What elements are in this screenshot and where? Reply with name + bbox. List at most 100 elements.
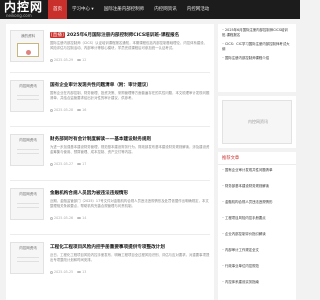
nav-item-events[interactable]: 内控网活动 xyxy=(182,0,215,19)
thumbnail-rule xyxy=(17,257,39,258)
list-item[interactable]: 内控网资讯 金融机构合规人员因为被违法违规情形 近期，金融监管部门（2025）1… xyxy=(6,184,214,228)
article-date: 2025-05-25 xyxy=(50,270,73,274)
thumbnail-label: 内控网资讯 xyxy=(19,84,37,88)
article-title[interactable]: [直播] 2025年6月国际注册内部控制师CICS培训班-课程报名 xyxy=(50,32,210,38)
article-title[interactable]: 工程化工程项目风险内控手册重要事项提供专项整改计划 xyxy=(50,244,210,250)
thumbnail-rule xyxy=(17,149,39,150)
divider xyxy=(10,180,210,181)
clock-icon xyxy=(50,216,53,220)
article-date-text: 2025-05-26 xyxy=(54,216,74,220)
clock-icon xyxy=(50,270,53,274)
nav-item-learning[interactable]: 学习中心 ▾ xyxy=(67,0,99,19)
list-item[interactable]: 内控网资讯 财务部同时有会计制度解读——基本建设财务规则 为进一步加强基本建设财… xyxy=(6,130,214,174)
sidebar-link[interactable]: 企业内部控制评价指引解读 xyxy=(222,232,292,237)
live-badge: [直播] xyxy=(50,32,65,38)
article-date: 2025-05-28 xyxy=(50,108,73,112)
sidebar-link[interactable]: 国有企业审计发现共性问题清单 xyxy=(222,168,292,173)
article-views: 16 xyxy=(77,108,86,112)
list-item[interactable]: 内控网资讯 国有企业审计发现共性问题清单（附：审计建议） 国有企业在内部控制、财… xyxy=(6,76,214,120)
article-views-text: 16 xyxy=(82,108,87,112)
sidebar-link[interactable]: 财务部基本建设财务规则解读 xyxy=(222,184,292,189)
clock-icon xyxy=(50,58,53,62)
site-domain: neikong.com xyxy=(6,13,32,18)
recommend-title: 推荐文章 xyxy=(218,152,296,165)
clock-icon xyxy=(50,162,53,166)
article-title-text[interactable]: 2025年6月国际注册内部控制师CICS培训班-课程报名 xyxy=(67,33,179,38)
nav-item-cics[interactable]: 国际注册内部控制师 xyxy=(99,0,150,19)
latest-box: 2025年6月国际注册内部控制师CICS培训班-课程报名 CICS：CIC学习国… xyxy=(218,24,296,92)
divider xyxy=(10,234,210,235)
article-date-text: 2025-05-25 xyxy=(54,270,74,274)
eye-icon xyxy=(77,162,82,166)
ad-image[interactable]: 内控网资讯 xyxy=(222,100,292,144)
article-meta: 2025-05-28 16 xyxy=(50,108,86,112)
site-logo[interactable]: 内控网 xyxy=(4,1,43,13)
thumbnail-label: 我的资料 xyxy=(21,34,35,38)
article-title[interactable]: 国有企业审计发现共性问题清单（附：审计建议） xyxy=(50,82,210,88)
article-meta: 2025-05-29 12 xyxy=(50,58,86,62)
article-title[interactable]: 财务部同时有会计制度解读——基本建设财务规则 xyxy=(50,136,210,142)
article-views: 12 xyxy=(77,58,86,62)
article-views-text: 17 xyxy=(82,162,87,166)
thumbnail-rule xyxy=(17,207,39,208)
divider xyxy=(10,126,210,127)
article-summary: 国际注册内部控制师（CICS）认证培训课程报名通知，本期课程包括内部控制基础理论… xyxy=(50,41,208,50)
article-meta: 2025-05-27 17 xyxy=(50,162,86,166)
nav-item-home[interactable]: 首页 xyxy=(48,0,67,19)
article-views-text: 13 xyxy=(82,270,87,274)
eye-icon xyxy=(77,58,82,62)
article-date: 2025-05-29 xyxy=(50,58,73,62)
article-title[interactable]: 金融机构合规人员因为被违法违规情形 xyxy=(50,190,210,196)
eye-icon xyxy=(77,108,82,112)
article-date: 2025-05-27 xyxy=(50,162,73,166)
article-thumbnail[interactable]: 内控网资讯 xyxy=(10,188,44,220)
site-header: 内控网 neikong.com 首页 学习中心 ▾ 国际注册内部控制师 内控网资… xyxy=(0,0,300,19)
article-list: 我的资料 [直播] 2025年6月国际注册内部控制师CICS培训班-课程报名 国际… xyxy=(6,24,214,300)
sidebar-link[interactable]: 金融机构合规人员违法违规情形 xyxy=(222,200,292,205)
divider xyxy=(10,72,210,73)
thumbnail-label: 内控网资讯 xyxy=(19,246,37,250)
recommend-box: 推荐文章 国有企业审计发现共性问题清单 财务部基本建设财务规则解读 金融机构合规… xyxy=(218,152,296,300)
sidebar-link[interactable]: 国际注册内部控制师课程介绍 xyxy=(222,56,292,61)
list-item[interactable]: 内控网资讯 工程化工程项目风险内控手册重要事项提供专项整改计划 近日，工程化工程… xyxy=(6,238,214,282)
list-item[interactable]: 我的资料 [直播] 2025年6月国际注册内部控制师CICS培训班-课程报名 国际… xyxy=(6,26,214,70)
sidebar-link[interactable]: CICS：CIC学习国际注册内部控制师考试大纲 xyxy=(222,42,292,52)
thumbnail-rule xyxy=(17,153,39,154)
thumbnail-rule xyxy=(17,261,39,262)
article-summary: 近期，金融监管部门（2025）17号文件对金融机构合规人员违法违规情形及处罚依据… xyxy=(50,199,209,208)
article-views: 14 xyxy=(77,216,86,220)
eye-icon xyxy=(77,270,82,274)
sidebar-link[interactable]: 内部审计工作规定全文 xyxy=(222,248,292,253)
thumbnail-rule xyxy=(17,99,39,100)
thumbnail-label: 内控网资讯 xyxy=(19,138,37,142)
nav-item-news[interactable]: 内控网资讯 xyxy=(149,0,182,19)
article-thumbnail[interactable]: 我的资料 xyxy=(10,30,44,62)
article-date-text: 2025-05-27 xyxy=(54,162,74,166)
article-date-text: 2025-05-28 xyxy=(54,108,74,112)
article-views-text: 12 xyxy=(82,58,87,62)
ad-label: 内控网资讯 xyxy=(248,119,268,124)
sidebar-link[interactable]: 2025年6月国际注册内部控制师CICS培训班-课程报名 xyxy=(222,28,292,38)
article-views: 13 xyxy=(77,270,86,274)
article-thumbnail[interactable]: 内控网资讯 xyxy=(10,134,44,166)
certificate-image xyxy=(17,43,39,57)
sidebar-link[interactable]: 工程项目风险内控手册要点 xyxy=(222,216,292,221)
sidebar-link[interactable]: 行政事业单位内控规范 xyxy=(222,264,292,269)
article-summary: 国有企业在内部控制、财务管理、投资决策、采购管理等方面普遍存在的共性问题，本文梳… xyxy=(50,91,210,100)
eye-icon xyxy=(77,216,82,220)
article-meta: 2025-05-26 14 xyxy=(50,216,86,220)
article-thumbnail[interactable]: 内控网资讯 xyxy=(10,80,44,112)
article-views: 17 xyxy=(77,162,86,166)
article-views-text: 14 xyxy=(82,216,87,220)
thumbnail-rule xyxy=(17,95,39,96)
article-date-text: 2025-05-29 xyxy=(54,58,74,62)
thumbnail-rule xyxy=(17,203,39,204)
main-nav: 首页 学习中心 ▾ 国际注册内部控制师 内控网资讯 内控网活动 xyxy=(48,0,214,19)
sidebar-link[interactable]: 内控体系建设实务指南 xyxy=(222,280,292,285)
article-summary: 为进一步加强基本建设财务管理，规范基本建设财务行为，财政部发布基本建设财务规则解… xyxy=(50,145,210,154)
ad-box: 内控网资讯 xyxy=(218,96,296,148)
article-date: 2025-05-26 xyxy=(50,216,73,220)
article-thumbnail[interactable]: 内控网资讯 xyxy=(10,242,44,274)
right-sidebar: 2025年6月国际注册内部控制师CICS培训班-课程报名 CICS：CIC学习国… xyxy=(218,24,296,300)
article-meta: 2025-05-25 13 xyxy=(50,270,86,274)
